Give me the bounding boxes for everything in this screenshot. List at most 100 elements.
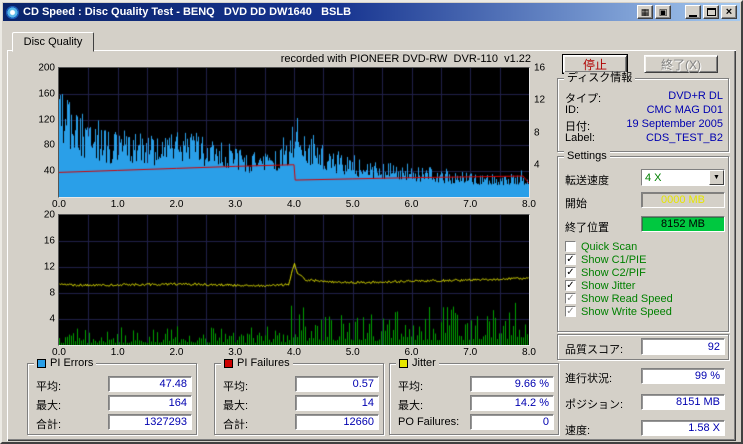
pi-failures-legend: PI Failures: [221, 357, 293, 370]
checkbox-show-read-speed[interactable]: ✓ Show Read Speed: [565, 292, 673, 305]
pi-errors-legend: PI Errors: [34, 357, 97, 370]
grid-icon: ▦: [640, 6, 650, 17]
tick-label: 40: [43, 165, 55, 177]
progress-label: 進行状況:: [565, 373, 613, 385]
disc-type-value: DVD+R DL: [668, 90, 723, 102]
checkbox-show-jitter[interactable]: ✓ Show Jitter: [565, 279, 673, 292]
pi-errors-chart-canvas: [59, 68, 529, 197]
speed-label: 速度:: [565, 425, 591, 437]
combo-dropdown-button[interactable]: ▼: [709, 170, 724, 185]
checkbox-label: Show Read Speed: [581, 292, 673, 305]
tick-label: 12: [43, 261, 55, 273]
tick-label: 16: [43, 235, 55, 247]
end-position-label: 終了位置: [565, 222, 609, 234]
stat-value: 1327293: [108, 414, 192, 430]
tick-label: 4.0: [287, 199, 301, 210]
checkbox-box[interactable]: [565, 241, 576, 252]
tick-label: 7.0: [463, 199, 478, 210]
transfer-speed-value: 4 X: [645, 171, 662, 184]
disc-id-label: ID:: [565, 104, 580, 116]
titlebar-buttons: ▦ ▣ ×: [637, 5, 737, 19]
checkbox-label: Show C1/PIE: [581, 253, 647, 266]
tick-label: 1.0: [110, 199, 125, 210]
stat-value: 12660: [295, 414, 379, 430]
pi-errors-stats-group: PI Errors 平均: 47.48 最大: 164 合計: 1327293: [27, 357, 197, 435]
jitter-stats-group: Jitter 平均: 9.66 % 最大: 14.2 % PO Failures…: [389, 357, 559, 435]
stat-label: PO Failures:: [398, 416, 460, 428]
checkbox-label: Show Write Speed: [581, 305, 672, 318]
close-button[interactable]: ×: [721, 5, 737, 19]
speed-value: 1.58 X: [641, 420, 725, 436]
maximize-icon: [706, 8, 716, 16]
end-position-field[interactable]: 8152 MB: [641, 216, 725, 232]
checkbox-quick-scan[interactable]: Quick Scan: [565, 241, 673, 253]
stat-label: 平均:: [223, 381, 249, 393]
stat-value: 14.2 %: [470, 395, 554, 411]
tick-label: 120: [38, 114, 55, 126]
tick-label: 4: [49, 313, 55, 325]
tick-label: 160: [38, 88, 55, 100]
tick-label: 5.0: [345, 199, 360, 210]
stat-label: 平均:: [36, 381, 62, 393]
checkbox-box[interactable]: ✓: [565, 267, 576, 278]
titlebar-extra-button-1[interactable]: ▦: [637, 5, 653, 19]
stat-label: 最大:: [398, 400, 424, 412]
disc-info-title: ディスク情報: [564, 72, 636, 85]
checkbox-show-c2-pif[interactable]: ✓ Show C2/PIF: [565, 266, 673, 279]
tick-label: 2.0: [169, 199, 184, 210]
jitter-chart-canvas: [59, 215, 529, 345]
quality-score-label: 品質スコア:: [565, 344, 624, 356]
stat-label: 平均:: [398, 381, 424, 393]
disc-id-value: CMC MAG D01: [646, 104, 723, 116]
pi-failures-stats-group: PI Failures 平均: 0.57 最大: 14 合計: 12660: [214, 357, 384, 435]
checkbox-box[interactable]: ✓: [565, 280, 576, 291]
stat-label: 最大:: [36, 400, 62, 412]
chevron-down-icon: ▼: [713, 174, 720, 181]
tick-label: 200: [38, 62, 55, 74]
quality-score-value: 92: [641, 338, 725, 355]
tick-label: 2.0: [169, 347, 184, 358]
checkbox-show-c1-pie[interactable]: ✓ Show C1/PIE: [565, 253, 673, 266]
checkbox-label: Show C2/PIF: [581, 266, 646, 279]
maximize-button[interactable]: [703, 5, 719, 19]
exit-button[interactable]: 終了(X): [644, 55, 718, 73]
tick-label: 8: [49, 287, 55, 299]
app-window: CD Speed : Disc Quality Test - BENQ DVD …: [0, 0, 743, 444]
pi-errors-chart: 200 160 120 80 40 16 12 8 4 0.0 1.0 2.0 3.0 4.0 5.0 6.0…: [38, 63, 545, 211]
settings-title: Settings: [564, 150, 610, 163]
stat-label: 合計:: [36, 419, 62, 431]
pi-failures-legend-square: [224, 359, 233, 368]
stat-label: 合計:: [223, 419, 249, 431]
settings-checkbox-list: Quick Scan ✓ Show C1/PIE ✓ Show C2/PIF ✓ Show …: [565, 241, 673, 319]
progress-value: 99 %: [641, 368, 725, 384]
tick-label: 8: [534, 127, 540, 138]
checkbox-label: Show Jitter: [581, 279, 636, 292]
panel-icon: ▣: [658, 6, 668, 17]
tick-label: 5.0: [345, 347, 360, 358]
stop-button[interactable]: 停止: [562, 54, 628, 74]
start-position-field[interactable]: 0000 MB: [641, 192, 725, 208]
tick-label: 0.0: [52, 199, 66, 210]
close-icon: ×: [725, 5, 733, 18]
position-value: 8151 MB: [641, 394, 725, 410]
tab-disc-quality[interactable]: Disc Quality: [12, 32, 94, 52]
tick-label: 1.0: [110, 347, 125, 358]
pi-failures-legend-label: PI Failures: [237, 357, 290, 369]
tick-label: 4: [534, 159, 540, 171]
stat-value: 0: [470, 414, 554, 430]
recorded-note: recorded with PIONEER DVD-RW DVR-110 v1.…: [280, 53, 531, 65]
checkbox-box[interactable]: ✓: [565, 254, 576, 265]
checkbox-show-write-speed[interactable]: ✓ Show Write Speed: [565, 305, 673, 318]
jitter-legend-label: Jitter: [412, 357, 436, 369]
checkbox-box[interactable]: ✓: [565, 293, 576, 304]
pi-errors-legend-label: PI Errors: [50, 357, 94, 369]
transfer-speed-label: 転送速度: [565, 175, 609, 187]
minimize-button[interactable]: [685, 5, 701, 19]
transfer-speed-combobox[interactable]: 4 X ▼: [641, 169, 725, 186]
checkbox-box[interactable]: ✓: [565, 306, 576, 317]
stat-value: 14: [295, 395, 379, 411]
tick-label: 12: [534, 94, 546, 106]
window-title: CD Speed : Disc Quality Test - BENQ DVD …: [23, 6, 352, 18]
stat-value: 47.48: [108, 376, 192, 392]
titlebar-extra-button-2[interactable]: ▣: [655, 5, 671, 19]
